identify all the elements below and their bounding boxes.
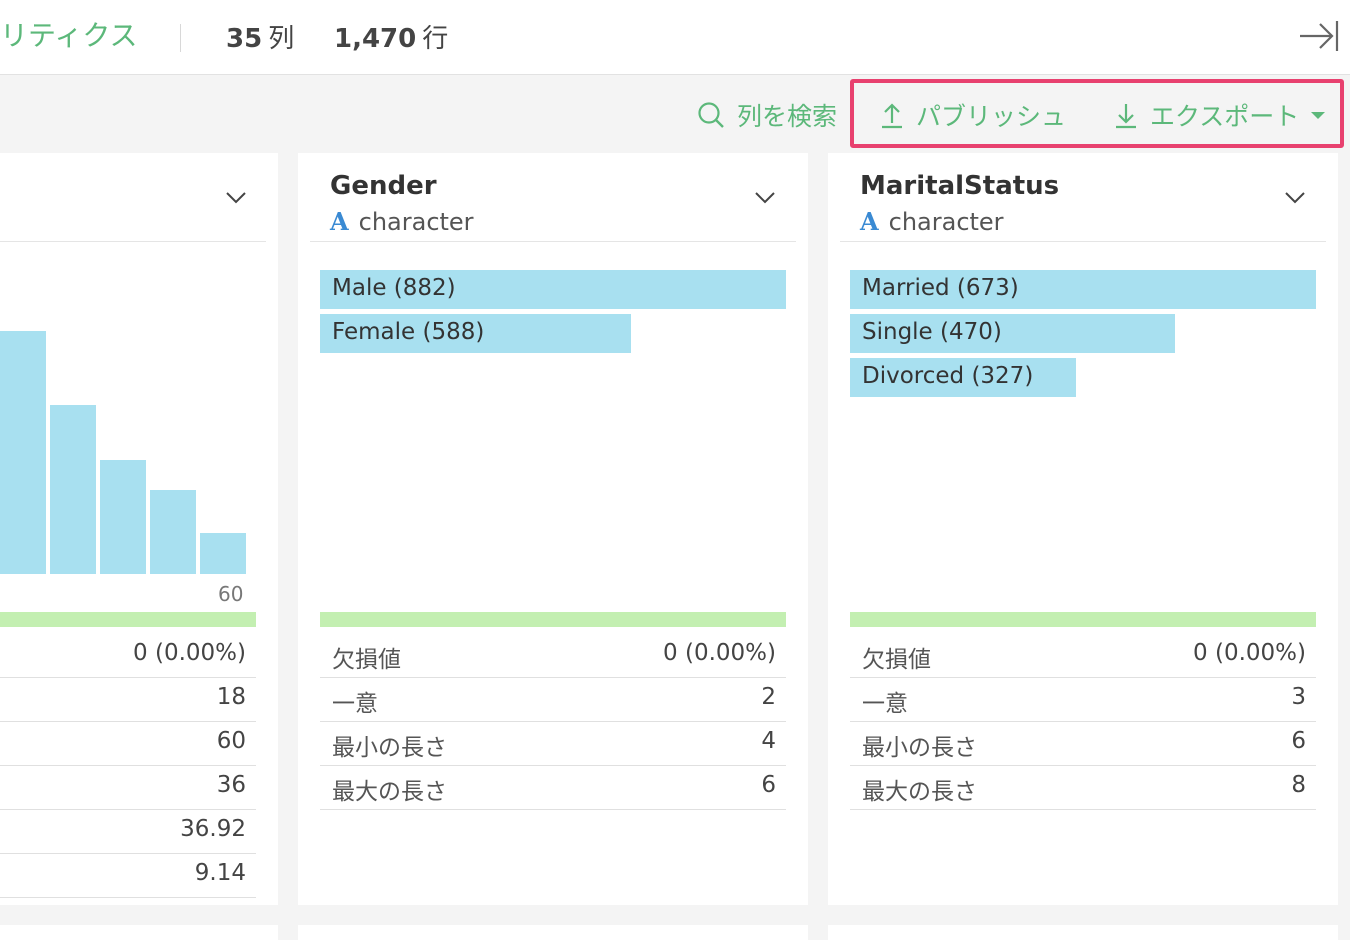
search-columns-label: 列を検索 [737, 102, 838, 131]
valid-ratio-bar [850, 612, 1316, 627]
rows-count-value: 1,470 [334, 24, 417, 54]
category-bar-label: Single (470) [862, 319, 1002, 345]
rows-count-unit: 行 [422, 24, 449, 54]
stat-row: 最大の長さ 8 [850, 765, 1316, 810]
category-bar-label: Female (588) [332, 319, 485, 345]
stat-value: 2 [761, 684, 776, 710]
columns-count-unit: 列 [268, 24, 295, 54]
stat-value: 0 (0.00%) [1193, 640, 1306, 666]
stat-row: 18 [0, 677, 256, 722]
category-bar[interactable]: Married (673) [850, 270, 1316, 309]
category-bar[interactable]: Divorced (327) [850, 358, 1076, 397]
valid-ratio-bar [0, 612, 256, 627]
stat-value: 4 [761, 728, 776, 754]
stat-row: 欠損値 0 (0.00%) [850, 633, 1316, 678]
category-bar-label: Divorced (327) [862, 363, 1034, 389]
stat-value: 8 [1291, 772, 1306, 798]
stat-label: 欠損値 [862, 647, 931, 673]
card-header: Gender A character [298, 153, 808, 241]
stat-value: 36.92 [180, 816, 246, 842]
column-name[interactable]: MaritalStatus [860, 171, 1059, 201]
stat-row: 60 [0, 721, 256, 766]
stat-value: 3 [1291, 684, 1306, 710]
column-card-gender: Gender A character Male (882) Female (588… [298, 153, 808, 905]
chevron-down-icon[interactable] [1284, 191, 1306, 205]
search-columns-button[interactable]: 列を検索 [697, 97, 837, 133]
column-type-label: character [358, 207, 474, 236]
stat-label: 最小の長さ [332, 735, 447, 761]
chevron-down-icon[interactable] [225, 191, 247, 205]
stat-label: 最小の長さ [862, 735, 977, 761]
summary-header: リティクス 35 列 1,470 行 [0, 0, 1350, 75]
next-card-top-right [828, 925, 1338, 940]
stat-row: 36 [0, 765, 256, 810]
stat-row: 9.14 [0, 853, 256, 898]
stat-label: 最大の長さ [862, 779, 977, 805]
stat-row: 0 (0.00%) [0, 633, 256, 678]
column-card-left: 60 0 (0.00%) 18 60 36 36.92 9.14 [0, 153, 278, 905]
histogram-bar [0, 331, 46, 574]
header-divider [180, 24, 181, 52]
column-card-maritalstatus: MaritalStatus A character Married (673) S… [828, 153, 1338, 905]
stat-row: 最小の長さ 4 [320, 721, 786, 766]
column-name[interactable]: Gender [330, 171, 437, 201]
valid-ratio-bar [320, 612, 786, 627]
stat-value: 9.14 [194, 860, 246, 886]
stat-row: 欠損値 0 (0.00%) [320, 633, 786, 678]
next-card-top-left [0, 925, 278, 940]
stat-value: 18 [216, 684, 246, 710]
columns-count-value: 35 [226, 24, 263, 54]
publish-export-highlight [850, 79, 1344, 148]
card-header-divider [840, 241, 1326, 242]
card-header-divider [0, 241, 266, 242]
chevron-down-icon[interactable] [754, 191, 776, 205]
stat-value: 6 [761, 772, 776, 798]
stat-row: 最小の長さ 6 [850, 721, 1316, 766]
collapse-panel-icon[interactable] [1296, 18, 1340, 54]
category-bar[interactable]: Male (882) [320, 270, 786, 309]
histogram-bar [100, 460, 146, 574]
histogram-bar [50, 405, 96, 574]
stat-row: 36.92 [0, 809, 256, 854]
column-type-label: character [888, 207, 1004, 236]
stat-label: 一意 [862, 691, 908, 717]
category-bar[interactable]: Single (470) [850, 314, 1175, 353]
rows-count: 1,470 行 [334, 18, 448, 55]
stat-label: 欠損値 [332, 647, 401, 673]
card-header: MaritalStatus A character [828, 153, 1338, 241]
column-type: A character [860, 207, 1004, 236]
stat-value: 60 [216, 728, 246, 754]
stat-row: 一意 3 [850, 677, 1316, 722]
columns-count: 35 列 [226, 18, 294, 55]
stat-value: 36 [216, 772, 246, 798]
stat-row: 最大の長さ 6 [320, 765, 786, 810]
stat-value: 0 (0.00%) [663, 640, 776, 666]
character-type-icon: A [330, 207, 349, 236]
histogram-bar [200, 533, 246, 574]
stat-label: 一意 [332, 691, 378, 717]
stat-label: 最大の長さ [332, 779, 447, 805]
search-icon [698, 102, 724, 128]
card-header-divider [310, 241, 796, 242]
next-card-top-middle [298, 925, 808, 940]
stat-value: 0 (0.00%) [133, 640, 246, 666]
histogram-bar [150, 490, 196, 574]
category-bar-label: Male (882) [332, 275, 456, 301]
column-type: A character [330, 207, 474, 236]
category-bar-label: Married (673) [862, 275, 1019, 301]
analytics-tab-label[interactable]: リティクス [0, 14, 137, 54]
stat-row: 一意 2 [320, 677, 786, 722]
category-bar[interactable]: Female (588) [320, 314, 631, 353]
character-type-icon: A [860, 207, 879, 236]
axis-tick-label: 60 [218, 582, 244, 606]
stat-value: 6 [1291, 728, 1306, 754]
